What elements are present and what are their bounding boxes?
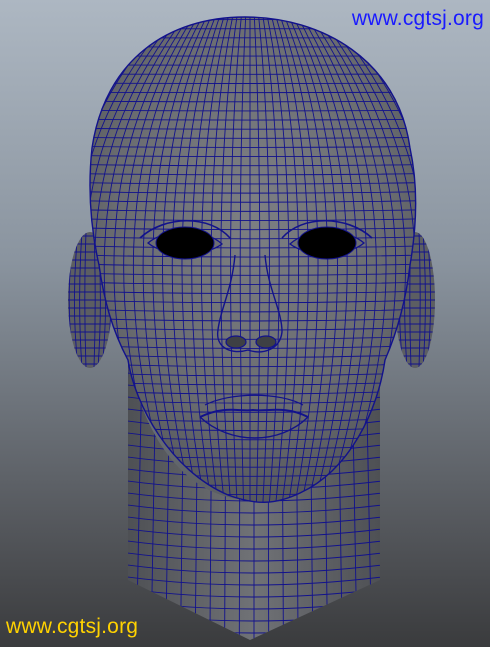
head-mesh xyxy=(89,16,417,503)
watermark-bottom: www.cgtsj.org xyxy=(6,615,139,638)
mesh-edge xyxy=(155,226,215,260)
mesh-edge xyxy=(434,232,435,368)
mesh-edge xyxy=(59,232,66,368)
viewport-3d[interactable]: www.cgtsj.org www.cgtsj.org xyxy=(0,0,490,647)
mesh-edge xyxy=(297,226,357,260)
mesh-edge xyxy=(128,360,129,640)
mesh-edge xyxy=(379,360,380,640)
mesh-edge xyxy=(439,232,446,368)
watermark-top: www.cgtsj.org xyxy=(351,7,484,30)
head-wireframe-model[interactable] xyxy=(0,0,490,647)
